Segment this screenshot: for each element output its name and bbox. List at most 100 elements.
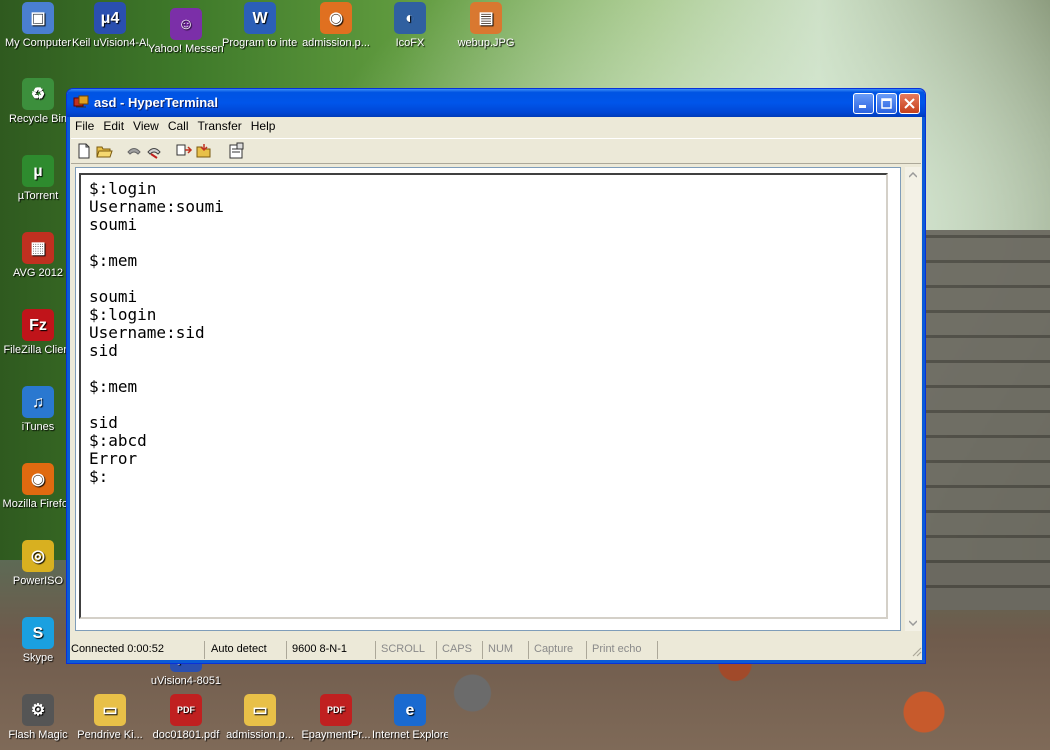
status-scroll: SCROLL [377, 641, 437, 659]
desktop-icon-label: Program to interface Se... [222, 37, 298, 49]
terminal-line: $: [89, 467, 109, 486]
menu-bar: File Edit View Call Transfer Help [71, 117, 921, 137]
firefox-icon: ◉ [22, 463, 54, 495]
desktop-icon-label: admission.p... [226, 729, 294, 741]
desktop-icon-label: IcoFX [395, 37, 425, 49]
desktop-icon[interactable]: ▤ webup.JPG [448, 2, 524, 50]
terminal-screen[interactable]: $:login Username:soumi soumi $:mem soumi $:lo… [79, 173, 888, 619]
desktop-icon-label: Flash Magic [8, 729, 68, 741]
properties-icon[interactable] [227, 142, 245, 160]
filezilla-icon: Fz [22, 309, 54, 341]
close-button[interactable] [899, 93, 920, 114]
menu-call[interactable]: Call [164, 117, 194, 133]
desktop-icon-label: Internet Explorer [372, 729, 448, 741]
desktop-icon[interactable]: ▭ Pendrive Ki... [72, 694, 148, 742]
desktop-icon[interactable]: ▣ My Computer [0, 2, 76, 50]
terminal-line: soumi [89, 215, 138, 234]
desktop-icon-label: admission.p... [302, 37, 370, 49]
status-bar: Connected 0:00:52 Auto detect 9600 8-N-1… [67, 639, 925, 661]
title-bar[interactable]: asd - HyperTerminal [67, 89, 925, 117]
terminal-line: $:login [89, 179, 157, 198]
resize-grip-icon[interactable] [910, 645, 922, 657]
desktop-icon[interactable]: ⚙ Flash Magic [0, 694, 76, 742]
desktop-icon[interactable]: PDF doc01801.pdf [148, 694, 224, 742]
window-title: asd - HyperTerminal [94, 95, 219, 110]
desktop-icon[interactable]: μ4 Keil uVision4-ARM [72, 2, 148, 50]
desktop-icon-label: webup.JPG [457, 37, 515, 49]
desktop-icon-label: AVG 2012 [13, 267, 63, 279]
vertical-scrollbar[interactable] [905, 167, 921, 631]
maximize-icon [881, 98, 892, 109]
desktop-icon[interactable]: ◐ IcoFX [372, 2, 448, 50]
desktop-icon-label: Skype [22, 652, 54, 664]
scroll-up-button[interactable] [905, 167, 921, 183]
desktop-icon[interactable]: µ µTorrent [0, 155, 76, 203]
desktop-icon[interactable]: ♫ iTunes [0, 386, 76, 434]
status-capture: Capture [530, 641, 587, 659]
new-connection-icon[interactable] [75, 142, 93, 160]
open-icon[interactable] [95, 142, 113, 160]
desktop-icon[interactable]: ▦ AVG 2012 [0, 232, 76, 280]
icofx-icon: ◐ [394, 2, 426, 34]
terminal-line: Username:sid [89, 323, 205, 342]
status-detect: Auto detect [207, 641, 287, 659]
menu-transfer[interactable]: Transfer [194, 117, 247, 133]
minimize-button[interactable] [853, 93, 874, 114]
disconnect-icon[interactable] [145, 142, 163, 160]
close-icon [904, 98, 915, 109]
desktop-icon-label: EpaymentPr... [301, 729, 371, 741]
terminal-line: Username:soumi [89, 197, 224, 216]
desktop-icon[interactable]: PDF EpaymentPr... [298, 694, 374, 742]
terminal-line: sid [89, 413, 118, 432]
hyperterminal-window: asd - HyperTerminal File Edit View Call Tran… [66, 88, 926, 664]
poweriso-icon: ◎ [22, 540, 54, 572]
desktop-icon[interactable]: ▭ admission.p... [222, 694, 298, 742]
desktop-icon[interactable]: ☺ Yahoo! Messen... [148, 8, 224, 56]
internet-explorer-icon: e [394, 694, 426, 726]
connect-icon[interactable] [125, 142, 143, 160]
minimize-icon [859, 105, 866, 108]
hyperterminal-app-icon [73, 95, 89, 108]
send-icon[interactable] [175, 142, 193, 160]
desktop-icon[interactable]: ◉ admission.p... [298, 2, 374, 50]
terminal-line: $:mem [89, 377, 138, 396]
maximize-button[interactable] [876, 93, 897, 114]
word-document-icon: W [244, 2, 276, 34]
menu-help[interactable]: Help [247, 117, 281, 133]
menu-edit[interactable]: Edit [99, 117, 129, 133]
itunes-icon: ♫ [22, 386, 54, 418]
desktop-icon[interactable]: Fz FileZilla Client [0, 309, 76, 357]
desktop-icon[interactable]: ◉ Mozilla Firefox [0, 463, 76, 511]
desktop-icon-label: PowerISO [12, 575, 64, 587]
skype-icon: S [22, 617, 54, 649]
desktop-icon-label: Mozilla Firefox [2, 498, 74, 510]
desktop-icon[interactable]: S Skype [0, 617, 76, 665]
flash-magic-icon: ⚙ [22, 694, 54, 726]
desktop-icon-label: Recycle Bin [8, 113, 68, 125]
menu-view[interactable]: View [129, 117, 164, 133]
scroll-down-button[interactable] [905, 615, 921, 631]
desktop-icon[interactable]: ◎ PowerISO [0, 540, 76, 588]
terminal-line: $:mem [89, 251, 138, 270]
desktop-icon[interactable]: e Internet Explorer [372, 694, 448, 742]
desktop-icon[interactable]: ♻ Recycle Bin [0, 78, 76, 126]
desktop-icon-label: Yahoo! Messen... [148, 43, 224, 55]
menu-file[interactable]: File [71, 117, 99, 133]
terminal-line: Error [89, 449, 138, 468]
status-print-echo: Print echo [588, 641, 658, 659]
utorrent-icon: µ [22, 155, 54, 187]
desktop-icon-label: FileZilla Client [3, 344, 73, 356]
wallpaper-stone-wall [920, 230, 1050, 610]
recycle-bin-icon: ♻ [22, 78, 54, 110]
receive-icon[interactable] [195, 142, 213, 160]
status-caps: CAPS [438, 641, 483, 659]
status-connection: Connected 0:00:52 [67, 641, 205, 659]
desktop-icon-label: My Computer [4, 37, 72, 49]
desktop-icon[interactable]: W Program to interface Se... [222, 2, 298, 50]
avg-icon: ▦ [22, 232, 54, 264]
desktop-icon-label: doc01801.pdf [152, 729, 220, 741]
